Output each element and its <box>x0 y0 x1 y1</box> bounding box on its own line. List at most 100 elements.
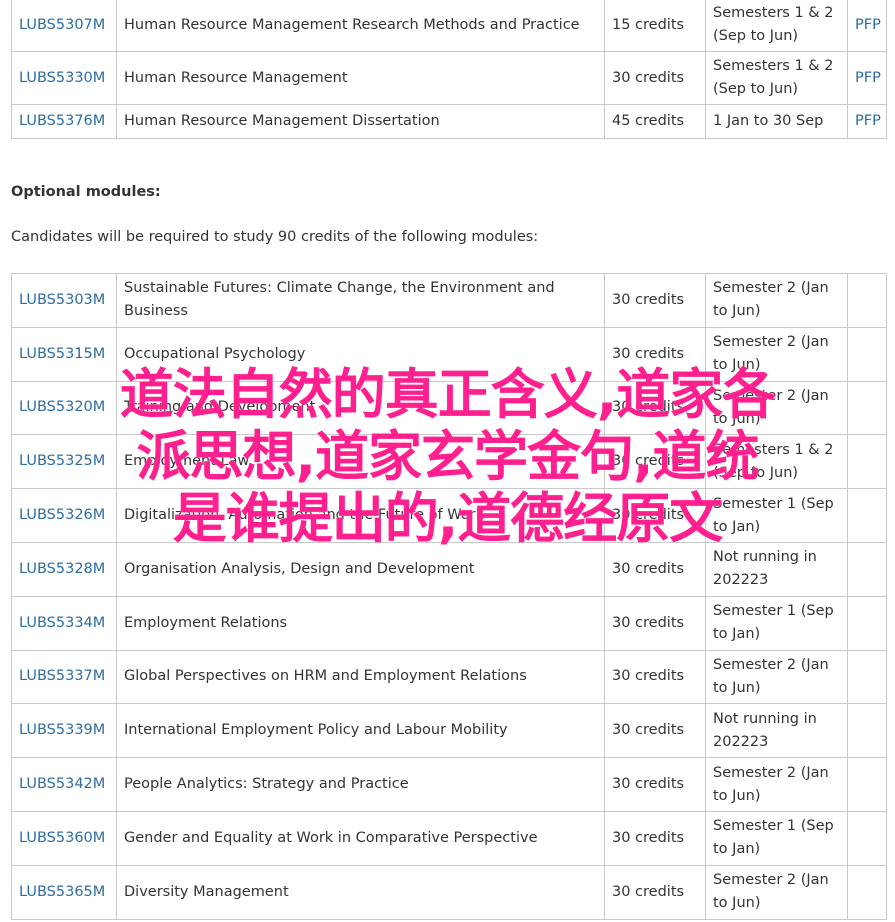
module-semester: Semester 1 (Sep to Jan) <box>705 488 848 543</box>
module-semester: Semester 2 (Jan to Jun) <box>705 649 848 705</box>
module-semester: Not running in 202223 <box>705 541 848 597</box>
module-pfp-cell: PFP <box>847 104 887 139</box>
module-code-link[interactable]: LUBS5334M <box>19 615 105 631</box>
module-credits: 30 credits <box>604 51 706 105</box>
module-pfp-cell <box>847 488 887 543</box>
module-credits: 30 credits <box>604 380 706 436</box>
module-pfp-cell <box>847 273 887 328</box>
table-row: LUBS5376M Human Resource Management Disse… <box>11 104 887 139</box>
module-code-link[interactable]: LUBS5315M <box>19 346 105 362</box>
module-code-link[interactable]: LUBS5342M <box>19 776 105 792</box>
module-pfp-cell <box>847 757 887 812</box>
module-code-link[interactable]: LUBS5326M <box>19 507 105 523</box>
module-title: Human Resource Management <box>116 51 605 105</box>
module-semester: Semesters 1 & 2 (Sep to Jun) <box>705 434 848 490</box>
table-row: LUBS5360M Gender and Equality at Work in … <box>11 810 887 866</box>
module-code-link[interactable]: LUBS5320M <box>19 399 105 415</box>
module-code-cell: LUBS5330M <box>11 51 117 105</box>
module-code-cell: LUBS5325M <box>11 434 117 490</box>
module-code-cell: LUBS5334M <box>11 595 117 651</box>
module-title: Employment Law <box>116 434 605 490</box>
module-pfp-cell <box>847 703 887 759</box>
module-code-link[interactable]: LUBS5339M <box>19 722 105 738</box>
module-credits: 30 credits <box>604 541 706 597</box>
table-row: LUBS5337M Global Perspectives on HRM and … <box>11 649 887 705</box>
module-title: Occupational Psychology <box>116 326 605 382</box>
module-credits: 30 credits <box>604 326 706 382</box>
module-pfp-cell <box>847 864 887 920</box>
module-code-link[interactable]: LUBS5330M <box>19 70 105 86</box>
module-credits: 30 credits <box>604 488 706 543</box>
module-title: Sustainable Futures: Climate Change, the… <box>116 273 605 328</box>
module-semester: Semester 2 (Jan to Jun) <box>705 326 848 382</box>
module-semester: Semester 1 (Sep to Jan) <box>705 810 848 866</box>
module-semester: Semesters 1 & 2 (Sep to Jun) <box>705 0 848 52</box>
module-code-link[interactable]: LUBS5365M <box>19 884 105 900</box>
module-code-link[interactable]: LUBS5360M <box>19 830 105 846</box>
module-title: Human Resource Management Dissertation <box>116 104 605 139</box>
table-row: LUBS5328M Organisation Analysis, Design a… <box>11 541 887 597</box>
module-code-link[interactable]: LUBS5325M <box>19 453 105 469</box>
module-pfp-cell <box>847 326 887 382</box>
module-code-cell: LUBS5303M <box>11 273 117 328</box>
module-pfp-cell <box>847 541 887 597</box>
module-credits: 30 credits <box>604 703 706 759</box>
module-title: Diversity Management <box>116 864 605 920</box>
module-title: International Employment Policy and Labo… <box>116 703 605 759</box>
module-code-cell: LUBS5337M <box>11 649 117 705</box>
table-row: LUBS5330M Human Resource Management 30 cre… <box>11 51 887 105</box>
module-code-cell: LUBS5339M <box>11 703 117 759</box>
optional-modules-intro: Candidates will be required to study 90 … <box>11 229 539 245</box>
optional-modules-table: LUBS5303M Sustainable Futures: Climate Ch… <box>11 273 887 920</box>
module-code-link[interactable]: LUBS5303M <box>19 292 105 308</box>
table-row: LUBS5320M Training and Development 30 cred… <box>11 380 887 436</box>
module-pfp-cell: PFP <box>847 0 887 52</box>
module-page: LUBS5307M Human Resource Management Resea… <box>0 0 895 922</box>
module-semester: Semester 2 (Jan to Jun) <box>705 380 848 436</box>
module-code-link[interactable]: LUBS5328M <box>19 561 105 577</box>
module-code-cell: LUBS5342M <box>11 757 117 812</box>
module-title: Global Perspectives on HRM and Employmen… <box>116 649 605 705</box>
table-row: LUBS5339M International Employment Policy… <box>11 703 887 759</box>
table-row: LUBS5334M Employment Relations 30 credits S… <box>11 595 887 651</box>
module-code-link[interactable]: LUBS5337M <box>19 668 105 684</box>
module-title: Employment Relations <box>116 595 605 651</box>
module-title: Human Resource Management Research Metho… <box>116 0 605 52</box>
module-semester: Semester 2 (Jan to Jun) <box>705 864 848 920</box>
table-row: LUBS5326M Digitalization, Automation and … <box>11 488 887 543</box>
module-code-cell: LUBS5320M <box>11 380 117 436</box>
module-credits: 30 credits <box>604 273 706 328</box>
module-semester: Semester 2 (Jan to Jun) <box>705 757 848 812</box>
module-credits: 30 credits <box>604 864 706 920</box>
optional-modules-heading: Optional modules: <box>11 184 161 200</box>
table-row: LUBS5315M Occupational Psychology 30 credi… <box>11 326 887 382</box>
module-title: Digitalization, Automation and the Futur… <box>116 488 605 543</box>
pfp-link[interactable]: PFP <box>855 70 881 86</box>
module-semester: Semesters 1 & 2 (Sep to Jun) <box>705 51 848 105</box>
module-pfp-cell <box>847 810 887 866</box>
module-pfp-cell <box>847 649 887 705</box>
module-title: Organisation Analysis, Design and Develo… <box>116 541 605 597</box>
module-credits: 30 credits <box>604 757 706 812</box>
module-credits: 45 credits <box>604 104 706 139</box>
module-code-link[interactable]: LUBS5307M <box>19 17 105 33</box>
module-credits: 15 credits <box>604 0 706 52</box>
module-title: Gender and Equality at Work in Comparati… <box>116 810 605 866</box>
table-row: LUBS5365M Diversity Management 30 credits S… <box>11 864 887 920</box>
module-semester: Not running in 202223 <box>705 703 848 759</box>
module-credits: 30 credits <box>604 649 706 705</box>
module-code-cell: LUBS5326M <box>11 488 117 543</box>
pfp-link[interactable]: PFP <box>855 17 881 33</box>
table-row: LUBS5307M Human Resource Management Resea… <box>11 0 887 52</box>
table-row: LUBS5342M People Analytics: Strategy and … <box>11 757 887 812</box>
module-code-cell: LUBS5360M <box>11 810 117 866</box>
module-code-cell: LUBS5315M <box>11 326 117 382</box>
table-row: LUBS5303M Sustainable Futures: Climate Ch… <box>11 273 887 328</box>
pfp-link[interactable]: PFP <box>855 113 881 129</box>
module-pfp-cell <box>847 595 887 651</box>
module-code-cell: LUBS5365M <box>11 864 117 920</box>
module-pfp-cell <box>847 434 887 490</box>
core-modules-table: LUBS5307M Human Resource Management Resea… <box>11 0 887 139</box>
module-title: Training and Development <box>116 380 605 436</box>
module-code-link[interactable]: LUBS5376M <box>19 113 105 129</box>
